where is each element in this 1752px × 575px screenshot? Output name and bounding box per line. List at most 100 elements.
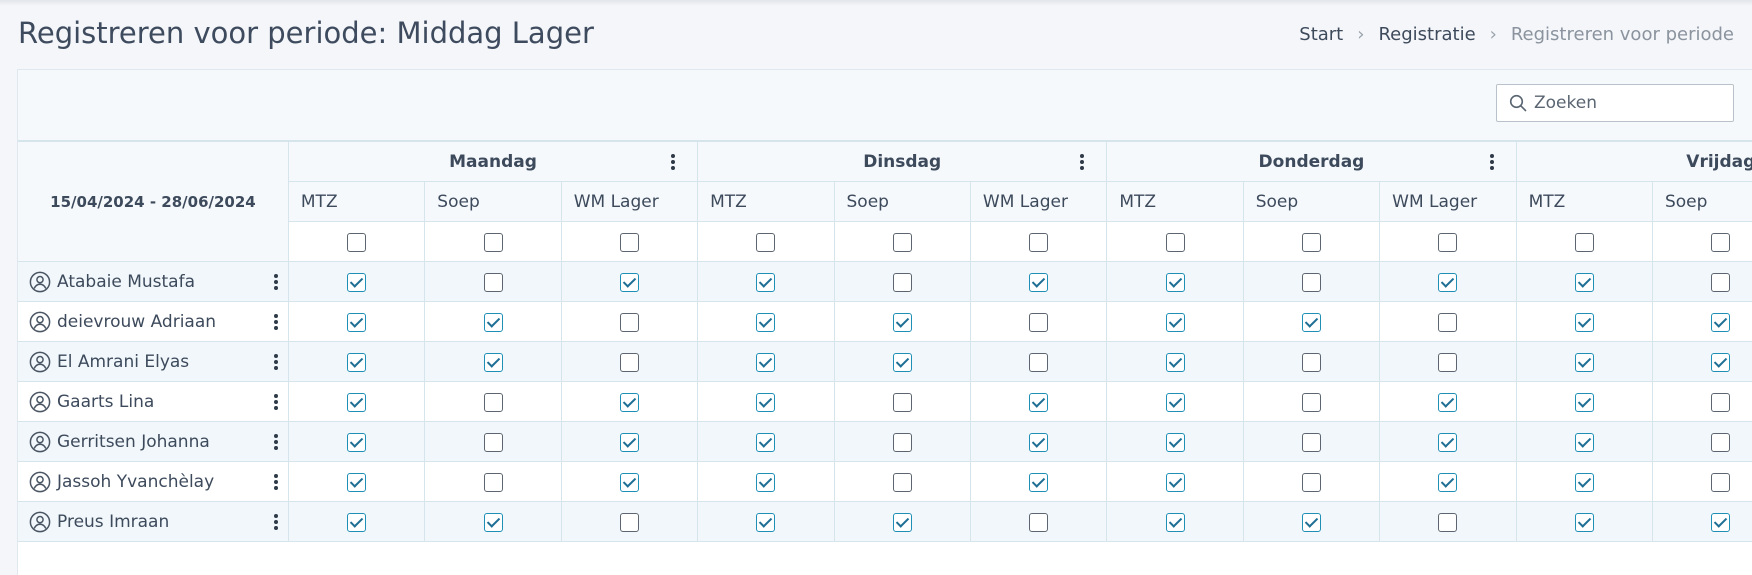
registration-checkbox-checked[interactable] (1574, 352, 1594, 372)
student-name[interactable]: Gaarts Lina (57, 392, 154, 412)
registration-checkbox[interactable] (1301, 392, 1321, 412)
registration-checkbox-checked[interactable] (1165, 472, 1185, 492)
registration-checkbox[interactable] (1711, 392, 1731, 412)
student-name[interactable]: Preus Imraan (57, 512, 169, 532)
registration-checkbox-checked[interactable] (347, 472, 367, 492)
registration-checkbox[interactable] (483, 432, 503, 452)
registration-checkbox-checked[interactable] (1574, 432, 1594, 452)
select-all-checkbox[interactable] (1438, 232, 1458, 252)
registration-checkbox[interactable] (619, 512, 639, 532)
registration-checkbox[interactable] (1711, 472, 1731, 492)
kebab-menu-icon[interactable] (273, 394, 278, 410)
kebab-menu-icon[interactable] (273, 354, 278, 370)
breadcrumb-start[interactable]: Start (1299, 24, 1343, 45)
select-all-checkbox[interactable] (347, 232, 367, 252)
registration-checkbox[interactable] (619, 312, 639, 332)
registration-checkbox-checked[interactable] (347, 432, 367, 452)
registration-checkbox-checked[interactable] (1438, 392, 1458, 412)
registration-checkbox-checked[interactable] (892, 512, 912, 532)
registration-checkbox[interactable] (1029, 512, 1049, 532)
registration-checkbox[interactable] (892, 432, 912, 452)
registration-checkbox[interactable] (1711, 432, 1731, 452)
registration-checkbox-checked[interactable] (1574, 512, 1594, 532)
registration-checkbox-checked[interactable] (347, 312, 367, 332)
select-all-checkbox[interactable] (892, 232, 912, 252)
registration-checkbox[interactable] (892, 272, 912, 292)
registration-checkbox-checked[interactable] (347, 512, 367, 532)
registration-checkbox[interactable] (483, 392, 503, 412)
kebab-menu-icon[interactable] (1080, 154, 1085, 170)
kebab-menu-icon[interactable] (1489, 154, 1494, 170)
registration-checkbox-checked[interactable] (1029, 472, 1049, 492)
registration-checkbox[interactable] (1711, 272, 1731, 292)
registration-checkbox[interactable] (1438, 512, 1458, 532)
select-all-checkbox[interactable] (1574, 232, 1594, 252)
registration-checkbox-checked[interactable] (347, 392, 367, 412)
registration-checkbox-checked[interactable] (1301, 312, 1321, 332)
select-all-checkbox[interactable] (1301, 232, 1321, 252)
registration-checkbox-checked[interactable] (1438, 272, 1458, 292)
registration-checkbox-checked[interactable] (483, 352, 503, 372)
registration-checkbox-checked[interactable] (1574, 272, 1594, 292)
registration-checkbox-checked[interactable] (619, 272, 639, 292)
registration-checkbox-checked[interactable] (1574, 312, 1594, 332)
registration-checkbox-checked[interactable] (1438, 472, 1458, 492)
registration-checkbox-checked[interactable] (1029, 392, 1049, 412)
kebab-menu-icon[interactable] (273, 314, 278, 330)
select-all-checkbox[interactable] (1029, 232, 1049, 252)
registration-checkbox[interactable] (1301, 432, 1321, 452)
registration-checkbox-checked[interactable] (1711, 512, 1731, 532)
select-all-checkbox[interactable] (483, 232, 503, 252)
registration-checkbox-checked[interactable] (1165, 392, 1185, 412)
registration-checkbox[interactable] (1301, 272, 1321, 292)
kebab-menu-icon[interactable] (273, 274, 278, 290)
registration-checkbox-checked[interactable] (1165, 352, 1185, 372)
select-all-checkbox[interactable] (619, 232, 639, 252)
student-name[interactable]: Atabaie Mustafa (57, 272, 195, 292)
student-name[interactable]: Jassoh Yvanchèlay (57, 472, 214, 492)
registration-checkbox-checked[interactable] (756, 272, 776, 292)
registration-checkbox[interactable] (619, 352, 639, 372)
registration-checkbox[interactable] (892, 392, 912, 412)
registration-checkbox-checked[interactable] (1029, 272, 1049, 292)
kebab-menu-icon[interactable] (273, 434, 278, 450)
registration-checkbox-checked[interactable] (892, 352, 912, 372)
registration-checkbox-checked[interactable] (1438, 432, 1458, 452)
registration-checkbox-checked[interactable] (1711, 352, 1731, 372)
registration-checkbox[interactable] (1029, 312, 1049, 332)
registration-checkbox[interactable] (1029, 352, 1049, 372)
breadcrumb-registratie[interactable]: Registratie (1378, 24, 1475, 45)
registration-checkbox-checked[interactable] (483, 312, 503, 332)
kebab-menu-icon[interactable] (273, 514, 278, 530)
search-input[interactable] (1534, 93, 1714, 113)
select-all-checkbox[interactable] (756, 232, 776, 252)
registration-checkbox[interactable] (483, 272, 503, 292)
registration-checkbox-checked[interactable] (1165, 512, 1185, 532)
registration-checkbox-checked[interactable] (756, 432, 776, 452)
registration-checkbox-checked[interactable] (483, 512, 503, 532)
registration-checkbox-checked[interactable] (756, 512, 776, 532)
registration-checkbox-checked[interactable] (347, 352, 367, 372)
student-name[interactable]: Gerritsen Johanna (57, 432, 210, 452)
registration-checkbox-checked[interactable] (619, 432, 639, 452)
registration-checkbox[interactable] (1301, 352, 1321, 372)
registration-checkbox-checked[interactable] (892, 312, 912, 332)
registration-checkbox[interactable] (483, 472, 503, 492)
registration-checkbox-checked[interactable] (619, 392, 639, 412)
registration-checkbox-checked[interactable] (347, 272, 367, 292)
registration-checkbox-checked[interactable] (1165, 432, 1185, 452)
select-all-checkbox[interactable] (1711, 232, 1731, 252)
registration-checkbox[interactable] (1438, 312, 1458, 332)
registration-checkbox[interactable] (892, 472, 912, 492)
registration-checkbox-checked[interactable] (756, 392, 776, 412)
registration-checkbox-checked[interactable] (756, 352, 776, 372)
student-name[interactable]: deievrouw Adriaan (57, 312, 216, 332)
registration-checkbox-checked[interactable] (1165, 272, 1185, 292)
search-box[interactable] (1496, 84, 1734, 122)
registration-checkbox-checked[interactable] (1711, 312, 1731, 332)
registration-checkbox-checked[interactable] (1301, 512, 1321, 532)
registration-checkbox-checked[interactable] (1574, 392, 1594, 412)
registration-checkbox[interactable] (1301, 472, 1321, 492)
student-name[interactable]: El Amrani Elyas (57, 352, 189, 372)
registration-checkbox-checked[interactable] (1574, 472, 1594, 492)
